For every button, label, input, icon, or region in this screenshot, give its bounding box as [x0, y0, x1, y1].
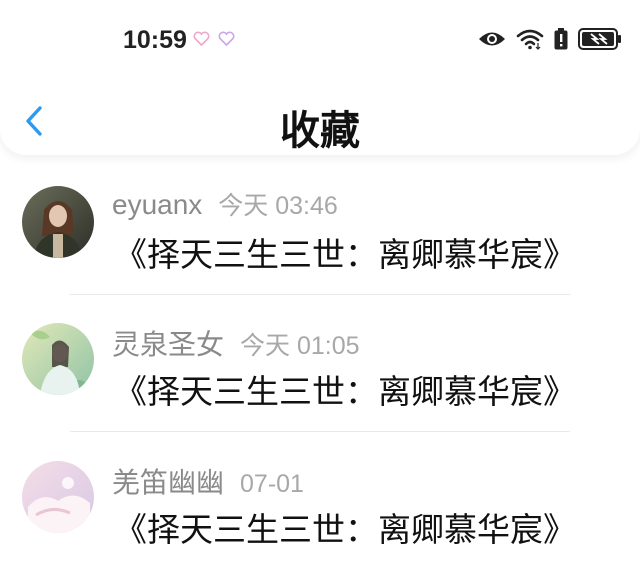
list-item[interactable]: 灵泉圣女 今天 01:05 《择天三生三世：离卿慕华宸》 — [0, 298, 640, 436]
book-title[interactable]: 《择天三生三世：离卿慕华宸》 — [114, 228, 576, 276]
status-notification-icons — [193, 31, 235, 46]
avatar[interactable] — [22, 323, 94, 395]
battery-charging-icon — [578, 28, 621, 50]
favorites-list: eyuanx 今天 03:46 《择天三生三世：离卿慕华宸》 灵泉圣女 今天 0… — [0, 160, 640, 574]
status-icons — [478, 28, 622, 50]
status-time: 10:59 — [123, 26, 187, 54]
list-item[interactable]: eyuanx 今天 03:46 《择天三生三世：离卿慕华宸》 — [0, 160, 640, 298]
book-title[interactable]: 《择天三生三世：离卿慕华宸》 — [114, 503, 576, 551]
page-title: 收藏 — [280, 108, 360, 154]
battery-alert-icon — [554, 28, 568, 50]
user-name[interactable]: 灵泉圣女 — [112, 323, 224, 363]
eye-icon — [479, 32, 505, 46]
wifi-icon — [516, 29, 544, 50]
book-title[interactable]: 《择天三生三世：离卿慕华宸》 — [114, 365, 576, 413]
heart-outline-icon — [193, 31, 210, 46]
timestamp: 今天 03:46 — [218, 192, 338, 220]
user-name[interactable]: eyuanx — [112, 189, 202, 221]
heart-outline-icon — [218, 31, 235, 46]
avatar[interactable] — [22, 461, 94, 533]
user-name[interactable]: 羌笛幽幽 — [112, 461, 224, 501]
divider — [70, 431, 570, 432]
avatar[interactable] — [22, 186, 94, 258]
divider — [70, 294, 570, 295]
list-item[interactable]: 羌笛幽幽 07-01 《择天三生三世：离卿慕华宸》 — [0, 436, 640, 574]
timestamp: 今天 01:05 — [240, 332, 360, 360]
timestamp: 07-01 — [240, 470, 304, 498]
header-bar: 10:59 收藏 — [0, 0, 640, 155]
